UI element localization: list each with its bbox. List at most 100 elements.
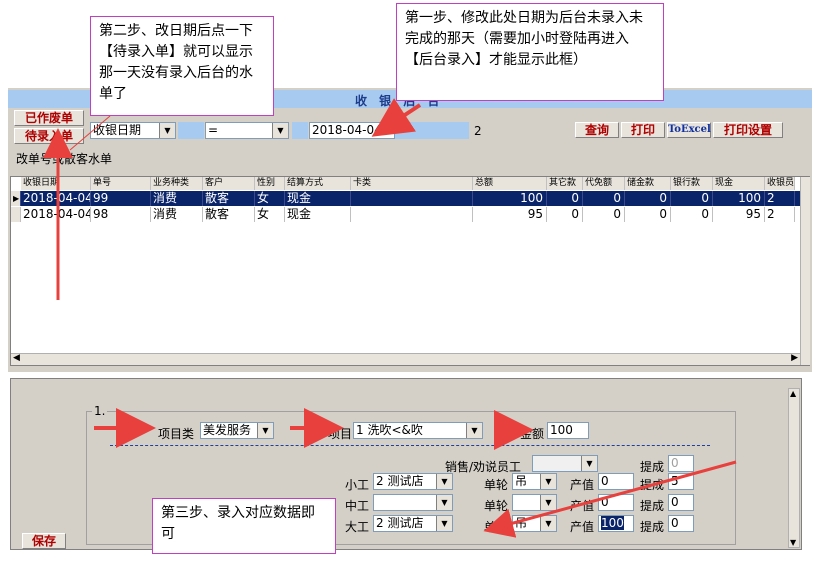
pending-bills-button[interactable]: 待录入单: [14, 128, 84, 144]
bills-grid[interactable]: 收银日期 单号 业务种类 客户 性别 结算方式 卡类 总额 其它款 代免额 储金款 银行款 现金 收银员 …: [10, 176, 810, 366]
commission-label-text: 提成: [640, 520, 665, 534]
output-input[interactable]: 0: [598, 494, 634, 511]
table-cell-gender: 女: [255, 207, 285, 222]
sales-commission-label: 提成: [640, 460, 665, 474]
round-select-text: 吊: [515, 516, 528, 530]
output-label-text: 产值: [570, 499, 595, 513]
output-label-text: 产值: [570, 520, 595, 534]
grid-column-header[interactable]: 性别: [255, 177, 285, 190]
worker-role-label-text: 小工: [345, 478, 370, 492]
round-select[interactable]: 吊 ▼: [512, 473, 557, 490]
amount-label: 金额: [520, 427, 545, 441]
record-count: 2: [474, 124, 482, 138]
worker-staff-select-text: 2 测试店: [376, 516, 424, 530]
commission-label: 提成: [640, 497, 664, 514]
grid-column-header[interactable]: 收银员: [765, 177, 795, 190]
chevron-down-icon: ▼: [581, 456, 597, 471]
filter-blank-field[interactable]: [178, 122, 204, 139]
item-select[interactable]: 1 洗吹<&吹 ▼: [353, 422, 483, 439]
commission-label-text: 提成: [640, 499, 665, 513]
filter-hint: 改单号或散客水单: [16, 152, 113, 166]
scroll-down-icon[interactable]: ▼: [790, 538, 796, 547]
print-button[interactable]: 打印: [621, 122, 665, 138]
round-select[interactable]: 吊 ▼: [512, 515, 557, 532]
table-cell-cashier: 2: [765, 191, 795, 206]
commission-input-text: 0: [671, 516, 679, 530]
table-cell-cashier: 2: [765, 207, 795, 222]
chevron-down-icon: ▼: [436, 495, 452, 510]
grid-column-header[interactable]: 卡类: [351, 177, 473, 190]
table-cell-deposit: 0: [625, 191, 671, 206]
output-input[interactable]: 0: [598, 473, 634, 490]
worker-staff-select[interactable]: 2 测试店 ▼: [373, 515, 453, 532]
worker-staff-select[interactable]: 2 测试店 ▼: [373, 473, 453, 490]
round-label: 单轮: [484, 476, 508, 493]
grid-column-header[interactable]: 现金: [713, 177, 765, 190]
category-select[interactable]: 美发服务 ▼: [200, 422, 274, 439]
table-cell-total: 100: [473, 191, 547, 206]
grid-column-header[interactable]: 结算方式: [285, 177, 351, 190]
table-cell-customer: 散客: [203, 191, 255, 206]
panel-vertical-scrollbar[interactable]: ▲ ▼: [788, 388, 800, 548]
scroll-up-icon[interactable]: ▲: [790, 389, 796, 398]
worker-role-label-text: 中工: [345, 499, 370, 513]
commission-input[interactable]: 0: [668, 494, 694, 511]
grid-horizontal-scrollbar[interactable]: ◀ ▶: [11, 353, 800, 365]
to-excel-button[interactable]: ToExcel: [667, 122, 711, 138]
round-select-text: 吊: [515, 474, 528, 488]
grid-column-header[interactable]: 客户: [203, 177, 255, 190]
filter-date-extra[interactable]: [395, 122, 469, 139]
round-label-text: 单轮: [484, 478, 509, 492]
save-button[interactable]: 保存: [22, 533, 66, 549]
filter-operator-select[interactable]: = ▼: [205, 122, 289, 139]
table-cell-no: 98: [91, 207, 151, 222]
table-cell-bank: 0: [671, 191, 713, 206]
grid-column-header[interactable]: 单号: [91, 177, 151, 190]
grid-column-header[interactable]: 银行款: [671, 177, 713, 190]
grid-column-header[interactable]: 总额: [473, 177, 547, 190]
table-cell-bank: 0: [671, 207, 713, 222]
table-row[interactable]: ▶ 2018-04-04 99 消费 散客女现金 100 0 0 0 0 100 2: [11, 191, 801, 206]
filter-operator-value: =: [208, 123, 219, 137]
grid-column-header[interactable]: 其它款: [547, 177, 583, 190]
commission-input[interactable]: 0: [668, 515, 694, 532]
table-cell-type: 消费: [151, 207, 203, 222]
output-label-text: 产值: [570, 478, 595, 492]
print-settings-button[interactable]: 打印设置: [713, 122, 783, 138]
chevron-down-icon: ▼: [540, 495, 556, 510]
output-input[interactable]: 100: [598, 515, 634, 532]
query-button[interactable]: 查询: [575, 122, 619, 138]
grid-column-header[interactable]: 代免额: [583, 177, 625, 190]
commission-input[interactable]: 5: [668, 473, 694, 490]
table-cell-other: 0: [547, 191, 583, 206]
chevron-down-icon: ▼: [540, 474, 556, 489]
grid-vertical-scrollbar[interactable]: [800, 177, 810, 365]
chevron-down-icon: ▼: [540, 516, 556, 531]
round-label-text: 单轮: [484, 520, 509, 534]
round-select[interactable]: ▼: [512, 494, 557, 511]
filter-field-select[interactable]: 收银日期 ▼: [90, 122, 176, 139]
output-input-text: 0: [601, 474, 609, 488]
worker-staff-select[interactable]: ▼: [373, 494, 453, 511]
grid-column-header[interactable]: 收银日期: [21, 177, 91, 190]
table-cell-pay: 现金: [285, 207, 351, 222]
filter-date-input[interactable]: 2018-04-04: [309, 122, 395, 139]
output-label: 产值: [570, 518, 594, 535]
voided-bills-button[interactable]: 已作废单: [14, 110, 84, 126]
table-cell-pay: 现金: [285, 191, 351, 206]
table-cell-gender: 女: [255, 191, 285, 206]
row-indicator-icon: [11, 207, 21, 222]
scroll-left-icon[interactable]: ◀: [13, 353, 20, 363]
output-input-text: 100: [601, 516, 624, 530]
scroll-right-icon[interactable]: ▶: [791, 353, 798, 363]
commission-input-text: 5: [671, 474, 679, 488]
amount-input[interactable]: 100: [547, 422, 589, 439]
sales-staff-select[interactable]: ▼: [532, 455, 598, 472]
worker-role-label-text: 大工: [345, 520, 370, 534]
chevron-down-icon: ▼: [257, 423, 273, 438]
filter-blank-field-2[interactable]: [292, 122, 308, 139]
sales-commission-input[interactable]: 0: [668, 455, 694, 472]
grid-column-header[interactable]: 储金款: [625, 177, 671, 190]
table-row[interactable]: 2018-04-04 98 消费 散客女现金 95 0 0 0 0 95 2: [11, 207, 801, 222]
grid-column-header[interactable]: 业务种类: [151, 177, 203, 190]
